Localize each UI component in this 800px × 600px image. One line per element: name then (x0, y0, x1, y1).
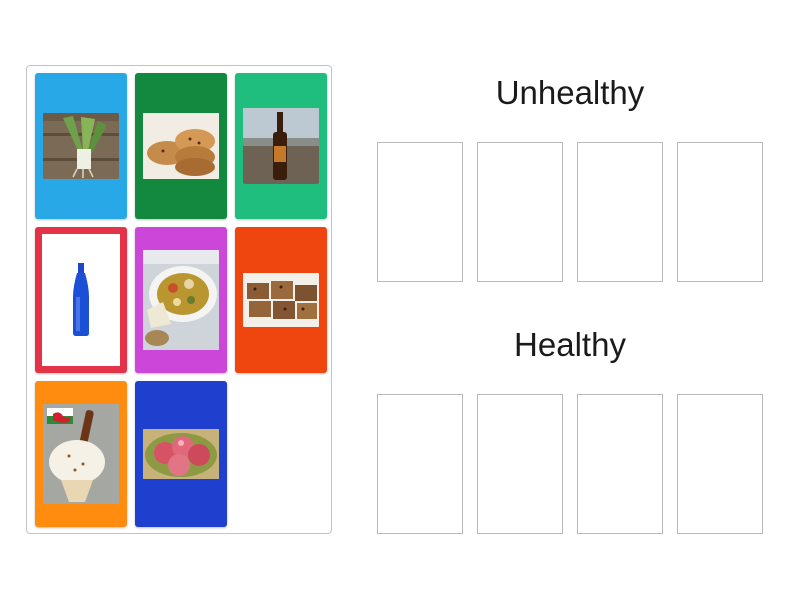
card-water-bottle[interactable] (35, 227, 127, 373)
card-apples[interactable] (135, 381, 227, 527)
unhealthy-slot-2[interactable] (477, 142, 563, 282)
card-bara-brith[interactable] (235, 227, 327, 373)
card-beer-bottle[interactable] (235, 73, 327, 219)
card-leeks[interactable] (35, 73, 127, 219)
cawl-stew-image (143, 250, 219, 350)
card-cawl-stew[interactable] (135, 227, 227, 373)
healthy-slot-4[interactable] (677, 394, 763, 534)
ice-cream-image (43, 404, 119, 504)
card-welsh-cakes[interactable] (135, 73, 227, 219)
unhealthy-slot-3[interactable] (577, 142, 663, 282)
healthy-slot-1[interactable] (377, 394, 463, 534)
unhealthy-slot-1[interactable] (377, 142, 463, 282)
card-ice-cream[interactable] (35, 381, 127, 527)
card-tray (26, 65, 332, 534)
beer-bottle-image (243, 108, 319, 184)
healthy-slot-3[interactable] (577, 394, 663, 534)
healthy-slot-2[interactable] (477, 394, 563, 534)
unhealthy-group-title: Unhealthy (495, 74, 645, 111)
leeks-image (43, 113, 119, 179)
welsh-cakes-image (143, 113, 219, 179)
water-bottle-image (61, 263, 101, 337)
healthy-group-title: Healthy (514, 326, 626, 363)
apples-image (143, 429, 219, 479)
bara-brith-image (243, 273, 319, 327)
unhealthy-slot-4[interactable] (677, 142, 763, 282)
